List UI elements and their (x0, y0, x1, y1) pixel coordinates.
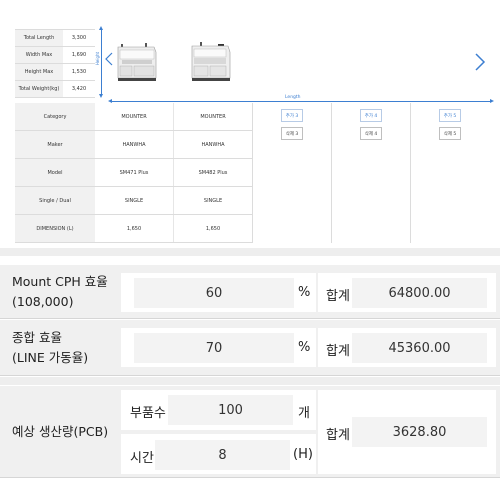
delete-machine-3-button[interactable]: 삭제 3 (281, 127, 303, 140)
section-divider (0, 248, 500, 256)
mount-sum-value: 64800.00 (352, 278, 487, 308)
parts-unit: 개 (298, 406, 310, 421)
chevron-right-icon[interactable] (474, 53, 486, 71)
empty-slot-columns: 추가 3 삭제 3 추가 4 삭제 4 추가 5 삭제 5 (252, 103, 492, 243)
spec-cell: MOUNTER (174, 103, 253, 130)
summary-value: 3,300 (63, 29, 95, 47)
time-unit: (H) (293, 447, 313, 462)
summary-row: Width Max 1,690 (15, 46, 95, 64)
summary-label: Height Max (15, 63, 63, 81)
spec-cell: 1,650 (95, 215, 174, 242)
total-efficiency-label-line1: 종합 효율 (12, 330, 62, 345)
slot-column-3: 추가 3 삭제 3 (252, 103, 330, 243)
spec-cell: HANWHA (174, 131, 253, 158)
production-label: 예상 생산량(PCB) (12, 424, 109, 439)
summary-row: Height Max 1,530 (15, 63, 95, 81)
height-dimension-line (99, 26, 103, 98)
production-sum-label: 합계 (326, 428, 350, 443)
section-divider (0, 377, 500, 385)
length-dimension-line (108, 99, 494, 103)
spec-cell: HANWHA (95, 131, 174, 158)
machine-summary-table: Total Length 3,300 Width Max 1,690 Heigh… (15, 29, 95, 98)
total-efficiency-row: 종합 효율 (LINE 가동율) % 합계 45360.00 (0, 320, 500, 376)
machine-image-sm471 (117, 43, 157, 81)
spec-cell: SM482 Plus (174, 159, 253, 186)
length-dimension-label: Length (285, 95, 301, 100)
spec-row-category: Category MOUNTER MOUNTER (15, 103, 253, 131)
total-efficiency-label-line2: (LINE 가동율) (12, 350, 89, 365)
delete-machine-5-button[interactable]: 삭제 5 (439, 127, 461, 140)
summary-value: 1,690 (63, 46, 95, 64)
mount-cph-label-line2: (108,000) (12, 294, 74, 309)
spec-row-maker: Maker HANWHA HANWHA (15, 131, 253, 159)
machine-image-sm482 (191, 42, 231, 81)
spec-cell: SM471 Plus (95, 159, 174, 186)
spec-cell: 1,650 (174, 215, 253, 242)
production-row: 예상 생산량(PCB) 부품수 개 시간 (H) 합계 3628.80 (0, 386, 500, 478)
summary-label: Width Max (15, 46, 63, 64)
spec-label: DIMENSION (L) (15, 215, 95, 242)
spec-row-model: Model SM471 Plus SM482 Plus (15, 159, 253, 187)
add-machine-5-button[interactable]: 추가 5 (439, 109, 461, 122)
total-sum-label: 합계 (326, 344, 350, 359)
summary-row: Total Length 3,300 (15, 29, 95, 47)
total-efficiency-label: 종합 효율 (LINE 가동율) (12, 328, 88, 368)
parts-label: 부품수 (130, 406, 166, 421)
total-sum-value: 45360.00 (352, 333, 487, 363)
spec-cell: SINGLE (174, 187, 253, 214)
mount-cph-label-line1: Mount CPH 효율 (12, 274, 108, 289)
parts-input[interactable] (168, 395, 293, 425)
mount-cph-unit: % (298, 285, 311, 300)
add-machine-3-button[interactable]: 추가 3 (281, 109, 303, 122)
add-machine-4-button[interactable]: 추가 4 (360, 109, 382, 122)
summary-row: Total Weight(kg) 3,420 (15, 80, 95, 98)
total-efficiency-input[interactable] (134, 333, 294, 363)
total-efficiency-unit: % (298, 340, 311, 355)
mount-cph-row: Mount CPH 효율 (108,000) % 합계 64800.00 (0, 265, 500, 319)
production-sum-value: 3628.80 (352, 417, 487, 447)
spec-label: Category (15, 103, 95, 130)
spec-cell: SINGLE (95, 187, 174, 214)
spec-label: Maker (15, 131, 95, 158)
spec-row-dimension: DIMENSION (L) 1,650 1,650 (15, 215, 253, 243)
spec-label: Model (15, 159, 95, 186)
slot-column-5: 추가 5 삭제 5 (410, 103, 488, 243)
summary-label: Total Weight(kg) (15, 80, 63, 98)
spec-label: Single / Dual (15, 187, 95, 214)
mount-cph-label: Mount CPH 효율 (108,000) (12, 272, 108, 312)
slot-column-4: 추가 4 삭제 4 (331, 103, 409, 243)
time-input[interactable] (155, 440, 290, 470)
delete-machine-4-button[interactable]: 삭제 4 (360, 127, 382, 140)
spec-row-single-dual: Single / Dual SINGLE SINGLE (15, 187, 253, 215)
mount-cph-input[interactable] (134, 278, 294, 308)
summary-label: Total Length (15, 29, 63, 47)
spec-cell: MOUNTER (95, 103, 174, 130)
summary-value: 3,420 (63, 80, 95, 98)
mount-sum-label: 합계 (326, 289, 350, 304)
height-dimension-label: Height (95, 51, 101, 66)
summary-value: 1,530 (63, 63, 95, 81)
time-label: 시간 (130, 451, 154, 466)
